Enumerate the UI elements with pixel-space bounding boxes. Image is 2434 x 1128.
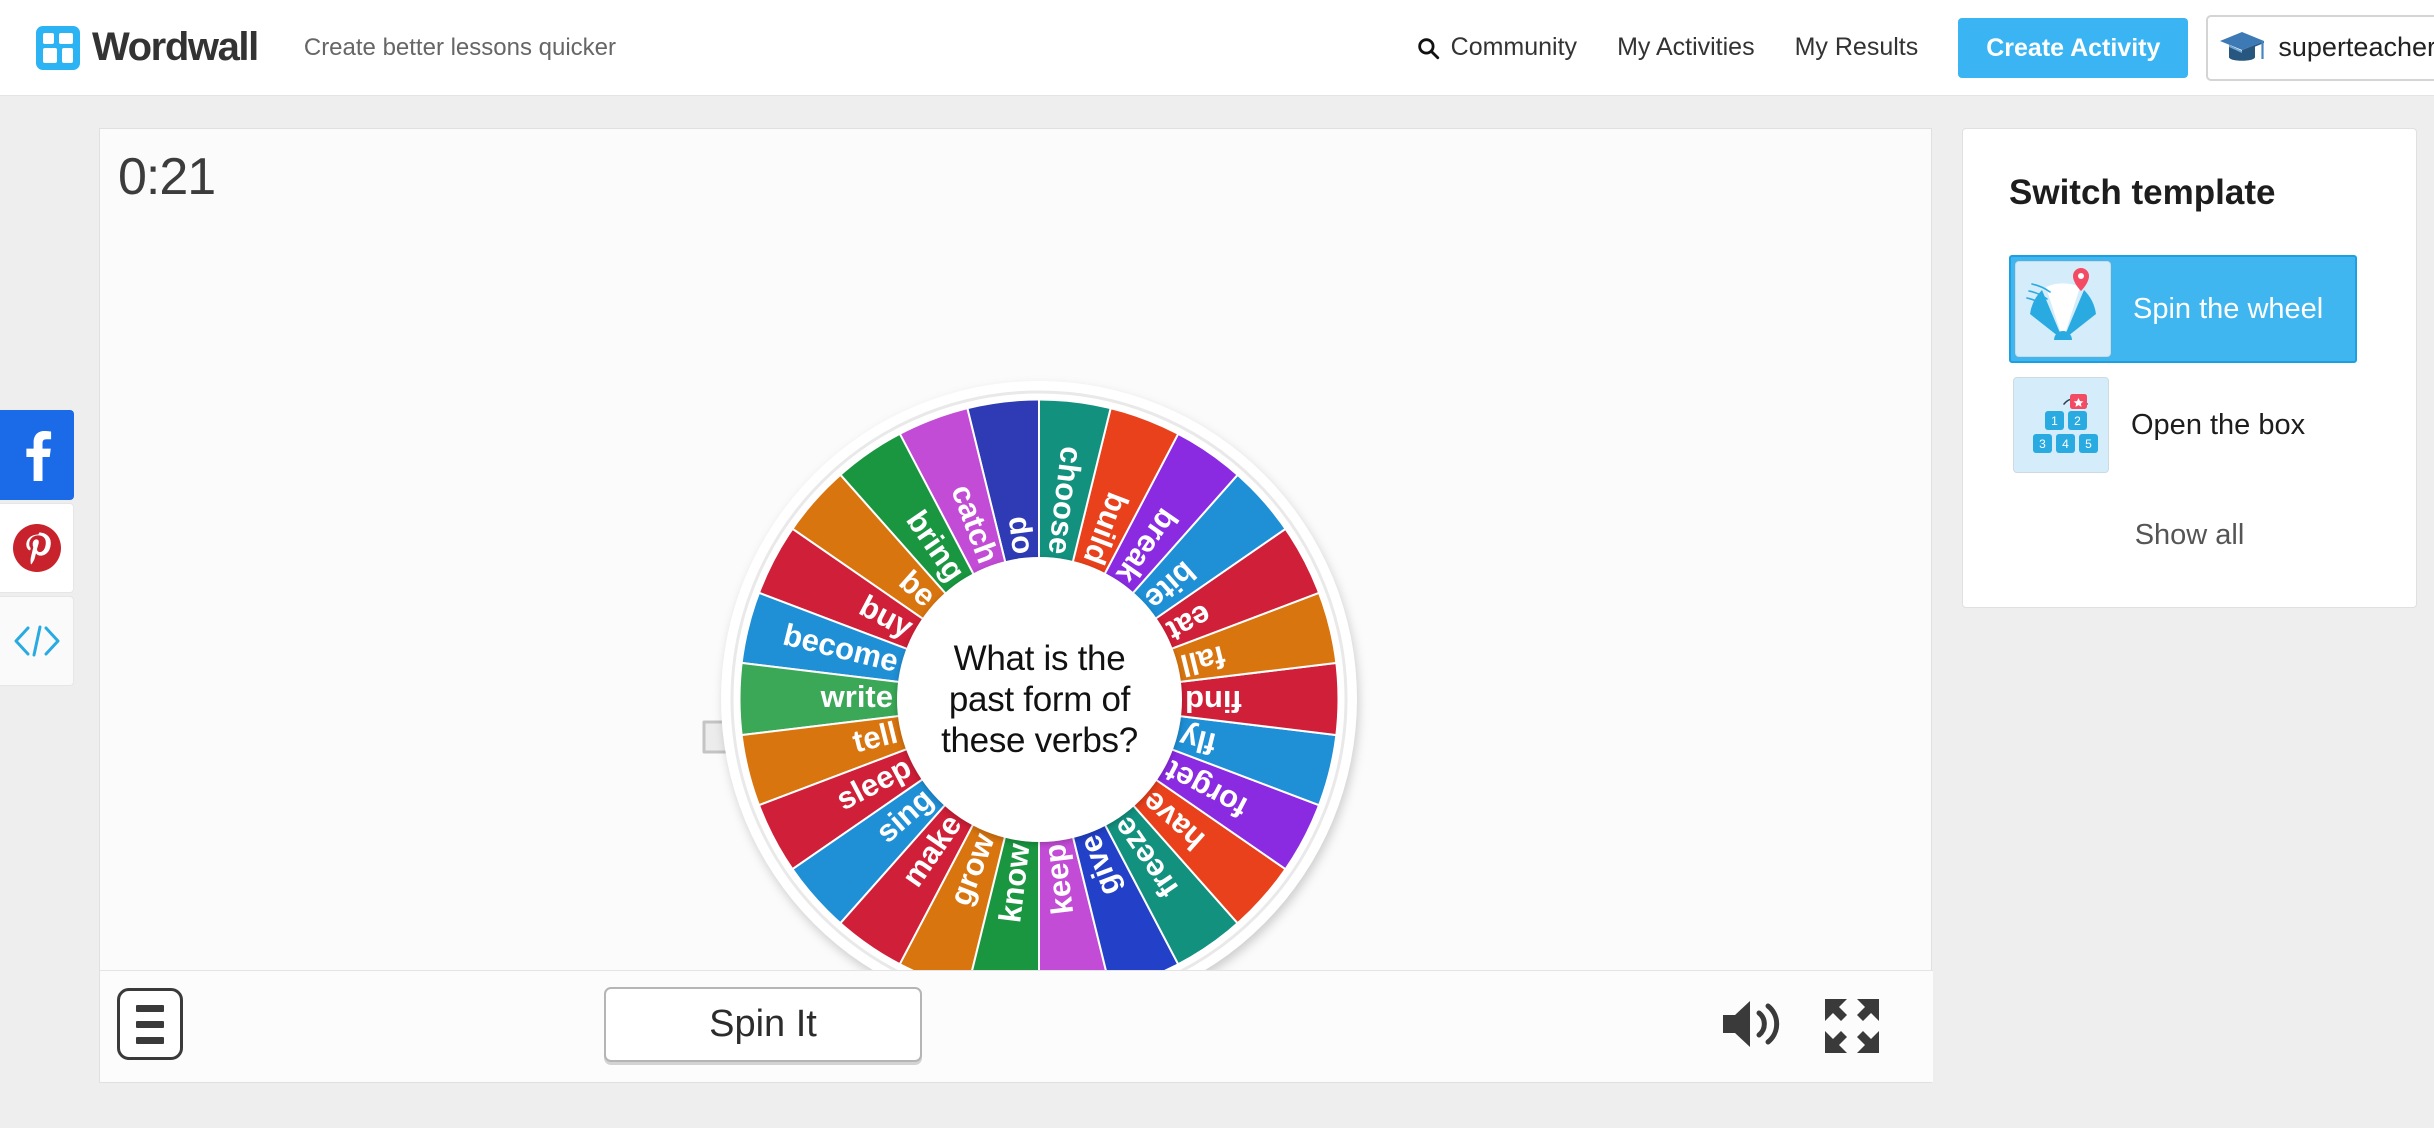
spin-wheel[interactable]: do catch bring be buy become write tell sleep sin… <box>719 379 1359 1019</box>
nav-item-my-activities[interactable]: My Activities <box>1617 33 1755 62</box>
svg-text:5: 5 <box>2085 437 2092 451</box>
graduation-cap-icon <box>2218 26 2266 70</box>
show-all-templates-link[interactable]: Show all <box>1963 519 2416 552</box>
spin-wheel-thumb-icon <box>2015 261 2111 357</box>
wheel-question-text: What is the past form of these verbs? <box>941 638 1138 761</box>
social-share-rail <box>0 410 76 689</box>
svg-text:3: 3 <box>2039 437 2046 451</box>
panel-title: Switch template <box>2009 173 2276 212</box>
wheel-segment-label: do <box>1002 514 1041 556</box>
template-option-label: Spin the wheel <box>2133 292 2324 325</box>
code-brackets-icon <box>14 625 59 657</box>
brand-logo[interactable]: Wordwall <box>36 25 259 70</box>
facebook-share-button[interactable] <box>0 410 74 500</box>
template-option-open-the-box[interactable]: 1 2 3 4 5 Open the box <box>2009 373 2357 477</box>
wordwall-logo-icon <box>36 25 80 70</box>
embed-code-button[interactable] <box>0 596 74 686</box>
main-nav: Community My Activities My Results Creat… <box>1415 0 2434 95</box>
open-box-thumb-icon: 1 2 3 4 5 <box>2013 377 2109 473</box>
svg-text:1: 1 <box>2051 414 2058 428</box>
spin-it-button[interactable]: Spin It <box>604 987 922 1062</box>
pinterest-share-button[interactable] <box>0 503 74 593</box>
svg-text:4: 4 <box>2062 437 2069 451</box>
switch-template-panel: Switch template Spin the wheel 1 2 3 4 5… <box>1962 128 2417 608</box>
facebook-icon <box>26 431 52 481</box>
nav-item-my-results[interactable]: My Results <box>1795 33 1919 62</box>
search-icon <box>1415 35 1441 61</box>
wheel-segment-label: write <box>820 679 893 714</box>
hamburger-menu-icon[interactable] <box>117 988 183 1060</box>
speaker-on-icon[interactable] <box>1719 993 1785 1060</box>
nav-item-label: Community <box>1450 33 1578 61</box>
top-header: Wordwall Create better lessons quicker C… <box>0 0 2434 96</box>
create-activity-button[interactable]: Create Activity <box>1958 17 2189 78</box>
nav-item-label: My Activities <box>1617 33 1755 61</box>
account-name: superteacher. <box>2278 32 2434 62</box>
activity-card: 0:21 do catch bring be buy become write tell sle… <box>99 128 1933 1083</box>
wheel-segment-label: find <box>1185 684 1242 719</box>
activity-footer-bar: Spin It <box>100 970 1933 1082</box>
brand-tagline: Create better lessons quicker <box>303 33 617 61</box>
wheel-stage: do catch bring be buy become write tell sleep sin… <box>100 129 1933 1017</box>
nav-item-community[interactable]: Community <box>1415 33 1577 62</box>
template-option-label: Open the box <box>2131 408 2306 441</box>
brand-name: Wordwall <box>92 25 259 69</box>
wheel-center-hub: What is the past form of these verbs? <box>897 557 1182 842</box>
nav-item-label: My Results <box>1794 33 1919 61</box>
svg-text:2: 2 <box>2074 414 2081 428</box>
account-menu[interactable]: superteacher. <box>2206 14 2434 81</box>
template-option-spin-the-wheel[interactable]: Spin the wheel <box>2009 255 2357 363</box>
pinterest-icon <box>12 524 61 572</box>
fullscreen-expand-icon[interactable] <box>1821 995 1883 1062</box>
